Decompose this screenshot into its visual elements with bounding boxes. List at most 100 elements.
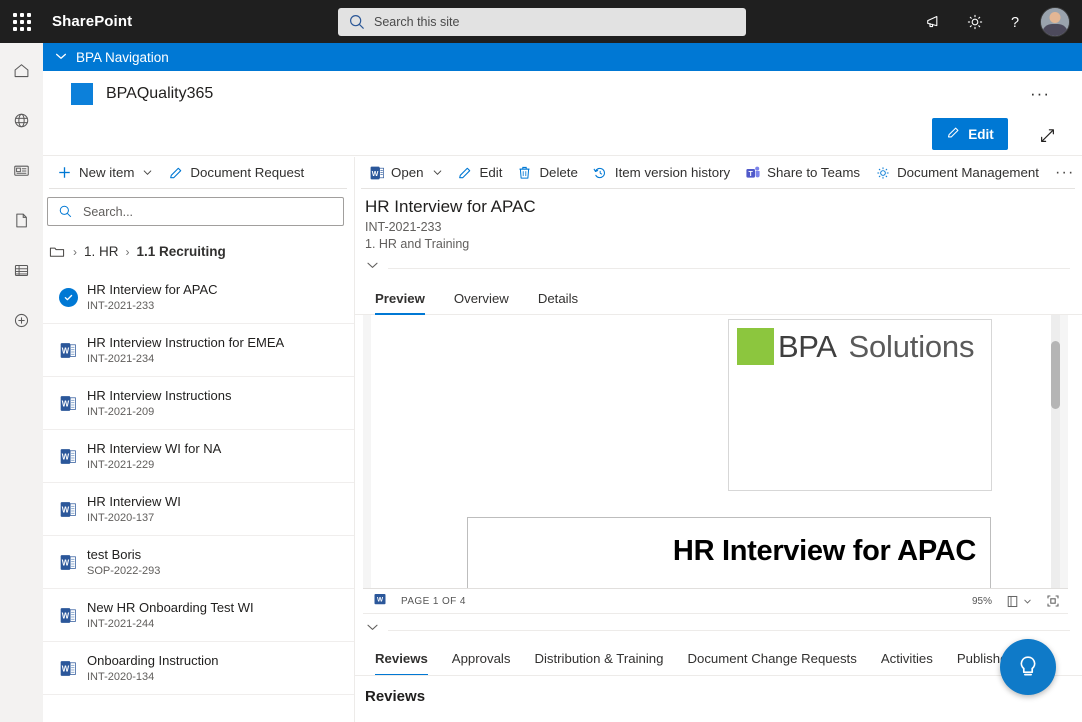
site-header: BPAQuality365 ··· (43, 71, 1082, 116)
folder-icon[interactable] (49, 244, 65, 259)
edit-command[interactable]: Edit (450, 157, 510, 188)
lightbulb-icon[interactable] (1000, 639, 1056, 695)
share-to-teams-command[interactable]: T Share to Teams (737, 157, 867, 188)
site-more-icon[interactable]: ··· (1028, 83, 1052, 105)
gear-icon[interactable] (958, 5, 992, 39)
history-icon (592, 164, 609, 181)
document-preview[interactable]: BPA Solutions HR Interview for APAC (363, 315, 1068, 589)
tab-distribution-training[interactable]: Distribution & Training (522, 645, 675, 675)
tab-preview[interactable]: Preview (363, 285, 437, 315)
tab-activities[interactable]: Activities (869, 645, 945, 675)
item-version-history-command[interactable]: Item version history (585, 157, 737, 188)
document-management-command[interactable]: Document Management (867, 157, 1046, 188)
word-icon: W (49, 341, 87, 360)
preview-zoom-level: 95% (971, 595, 992, 607)
list-item[interactable]: W Onboarding Instruction INT-2020-134 (43, 642, 354, 695)
list-item-title: HR Interview WI for NA (87, 440, 222, 456)
list-search-input[interactable]: Search... (47, 197, 344, 226)
breadcrumb-item-recruiting[interactable]: 1.1 Recruiting (137, 244, 226, 259)
suite-actions: ? (918, 0, 1074, 43)
edit-label: Edit (479, 165, 503, 180)
selected-check-icon[interactable] (49, 287, 87, 307)
document-detail-pane: HR Interview for APAC INT-2021-233 1. HR… (355, 190, 1082, 722)
detail-header: HR Interview for APAC INT-2021-233 1. HR… (355, 190, 1082, 278)
svg-text:W: W (61, 452, 69, 461)
svg-text:W: W (61, 611, 69, 620)
page-layout-icon[interactable] (1006, 595, 1019, 608)
tab-document-change-requests[interactable]: Document Change Requests (675, 645, 868, 675)
app-launcher-icon[interactable] (0, 0, 44, 43)
right-command-separator (361, 188, 1075, 189)
bottom-collapse-toggle[interactable] (365, 620, 1082, 640)
list-item[interactable]: W HR Interview Instruction for EMEA INT-… (43, 324, 354, 377)
list-item-code: INT-2020-137 (87, 511, 155, 524)
site-search-input[interactable]: Search this site (338, 8, 746, 36)
list-item-code: INT-2021-234 (87, 352, 155, 365)
chevron-down-icon (365, 258, 380, 278)
globe-icon[interactable] (5, 105, 39, 135)
fit-page-icon[interactable] (1046, 594, 1060, 608)
word-icon: W (373, 592, 387, 611)
breadcrumb-separator: › (73, 244, 77, 259)
preview-footer: W PAGE 1 OF 4 95% (363, 589, 1068, 614)
pencil-icon (167, 164, 184, 181)
bpa-logo-word2: Solutions (848, 328, 975, 364)
word-icon: W (49, 394, 87, 413)
list-item[interactable]: HR Interview for APAC INT-2021-233 (43, 271, 354, 324)
tab-reviews[interactable]: Reviews (363, 645, 440, 675)
suite-header: SharePoint Search this site ? (0, 0, 1082, 43)
open-command[interactable]: W Open (361, 157, 450, 188)
site-search-placeholder: Search this site (374, 15, 460, 29)
preview-page-status: PAGE 1 OF 4 (401, 595, 466, 607)
news-icon[interactable] (5, 155, 39, 185)
list-item[interactable]: W HR Interview WI INT-2020-137 (43, 483, 354, 536)
list-icon[interactable] (5, 255, 39, 285)
list-item-title: Onboarding Instruction (87, 652, 219, 668)
svg-text:W: W (61, 346, 69, 355)
plus-circle-icon[interactable] (5, 305, 39, 335)
detail-category: 1. HR and Training (365, 237, 470, 251)
delete-label: Delete (539, 165, 578, 180)
page-icon[interactable] (5, 205, 39, 235)
chevron-down-icon (432, 167, 443, 178)
tab-approvals[interactable]: Approvals (440, 645, 523, 675)
list-item[interactable]: W HR Interview Instructions INT-2021-209 (43, 377, 354, 430)
search-icon (58, 204, 73, 219)
preview-title-box: HR Interview for APAC (467, 517, 991, 588)
chevron-down-icon[interactable] (1023, 597, 1032, 606)
megaphone-icon[interactable] (918, 5, 952, 39)
list-item[interactable]: W test Boris SOP-2022-293 (43, 536, 354, 589)
breadcrumb-separator: › (125, 244, 130, 259)
document-request-command[interactable]: Document Request (160, 157, 311, 188)
list-item[interactable]: W HR Interview WI for NA INT-2021-229 (43, 430, 354, 483)
breadcrumb-item-hr[interactable]: 1. HR (84, 244, 119, 259)
svg-text:W: W (61, 664, 69, 673)
tab-overview[interactable]: Overview (442, 285, 521, 314)
avatar[interactable] (1040, 6, 1070, 37)
delete-command[interactable]: Delete (509, 157, 584, 188)
reviews-section-heading: Reviews (365, 688, 426, 705)
home-icon[interactable] (5, 55, 39, 85)
page-title: HR Interview for APAC (365, 197, 536, 216)
question-icon[interactable]: ? (998, 5, 1032, 39)
fullscreen-icon[interactable] (1034, 122, 1060, 148)
chevron-down-icon (142, 167, 153, 178)
svg-text:W: W (61, 505, 69, 514)
list-item-code: INT-2020-134 (87, 670, 155, 683)
gear-icon (874, 164, 891, 181)
preview-scrollbar-thumb[interactable] (1051, 341, 1060, 409)
tab-details[interactable]: Details (526, 285, 590, 314)
site-title[interactable]: BPAQuality365 (106, 85, 213, 103)
teams-icon: T (744, 164, 761, 181)
edit-page-button[interactable]: Edit (932, 118, 1008, 150)
list-item[interactable]: W New HR Onboarding Test WI INT-2021-244 (43, 589, 354, 642)
suite-brand-sharepoint[interactable]: SharePoint (44, 13, 132, 30)
word-icon: W (368, 164, 385, 181)
right-command-more-icon[interactable]: ··· (1046, 157, 1082, 188)
detail-collapse-toggle[interactable] (365, 258, 1082, 278)
list-item-code: INT-2021-244 (87, 617, 155, 630)
preview-doc-title: HR Interview for APAC (672, 535, 976, 567)
bpa-navigation-banner[interactable]: BPA Navigation (43, 43, 1082, 71)
new-item-command[interactable]: New item (49, 157, 160, 188)
list-item-title: HR Interview WI (87, 493, 181, 509)
